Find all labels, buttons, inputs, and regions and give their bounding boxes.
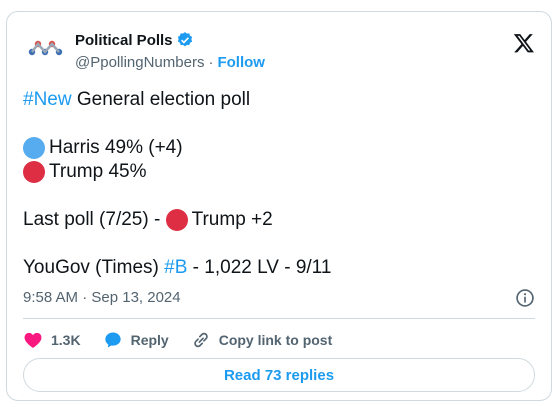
follow-button[interactable]: Follow (217, 54, 265, 71)
timestamp-text[interactable]: 9:58 AM · Sep 13, 2024 (23, 289, 181, 306)
x-logo-icon[interactable] (513, 32, 535, 54)
info-icon[interactable] (515, 288, 535, 308)
read-replies-button[interactable]: Read 73 replies (23, 358, 535, 392)
hashtag-new[interactable]: #New (23, 88, 72, 112)
tweet-line-trump: Trump 45% (23, 160, 535, 184)
copy-link-button[interactable]: Copy link to post (191, 330, 333, 350)
tweet-line-1: #New General election poll (23, 88, 535, 112)
link-icon (193, 332, 208, 348)
author-name[interactable]: Political Polls (75, 32, 173, 49)
source-prefix: YouGov (Times) (23, 257, 165, 278)
red-circle-icon (23, 161, 45, 183)
separator-dot: · (208, 54, 214, 71)
source-details: - 1,022 LV - 9/11 (187, 257, 332, 278)
hashtag-b[interactable]: #B (164, 256, 187, 280)
reply-button[interactable]: Reply (103, 330, 169, 350)
tweet-header: Political Polls @PpollingNumbers · Follo… (23, 26, 537, 72)
author-block: Political Polls @PpollingNumbers · Follo… (75, 30, 265, 72)
like-count: 1.3K (51, 332, 81, 348)
tweet-line-source: YouGov (Times) #B - 1,022 LV - 9/11 (23, 256, 535, 280)
last-poll-result: Trump +2 (191, 209, 273, 230)
red-circle-icon (165, 209, 188, 231)
read-replies-label[interactable]: Read 73 replies (224, 367, 334, 384)
last-poll-prefix: Last poll (7/25) - (23, 209, 166, 230)
harris-result: Harris 49% (+4) (49, 137, 183, 158)
blue-circle-icon (23, 137, 45, 159)
tweet-line-text: General election poll (71, 89, 251, 110)
tweet-card: Political Polls @PpollingNumbers · Follo… (6, 11, 552, 401)
trump-result: Trump 45% (49, 161, 147, 182)
reply-label: Reply (130, 332, 169, 348)
tweet-timestamp[interactable]: 9:58 AM · Sep 13, 2024 (23, 289, 181, 306)
like-button[interactable]: 1.3K (23, 330, 81, 350)
verified-badge-icon (177, 32, 192, 47)
political-polls-logo-icon (23, 26, 67, 70)
tweet-line-harris: Harris 49% (+4) (23, 136, 535, 160)
heart-icon (24, 332, 42, 348)
reply-bubble-icon (104, 332, 121, 348)
avatar[interactable] (23, 26, 67, 70)
action-bar: 1.3K Reply Copy link to post (23, 328, 354, 352)
divider (23, 318, 535, 319)
tweet-line-last-poll: Last poll (7/25) - Trump +2 (23, 208, 535, 232)
tweet-text: #New General election poll Harris 49% (+… (23, 88, 535, 280)
author-handle[interactable]: @PpollingNumbers (75, 54, 204, 71)
copy-link-label: Copy link to post (218, 332, 333, 348)
